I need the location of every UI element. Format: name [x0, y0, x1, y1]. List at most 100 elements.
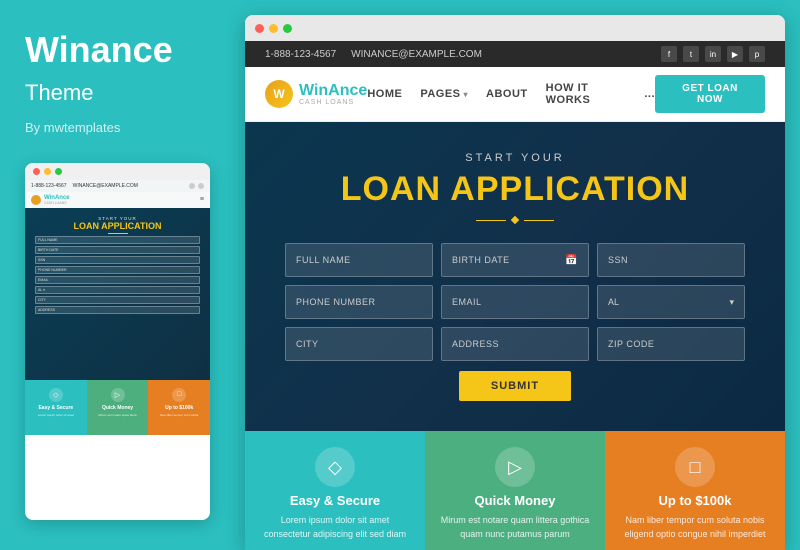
mini-form-row-1: FULL NAME: [31, 236, 204, 244]
feature-cards: ◇ Easy & Secure Lorem ipsum dolor sit am…: [245, 431, 785, 550]
nav-how-it-works[interactable]: HOW IT WORKS: [546, 82, 627, 106]
feature-text-easy: Lorem ipsum dolor sit amet consectetur a…: [259, 514, 411, 541]
divider-line-right: [524, 220, 554, 221]
submit-button[interactable]: SUBMIT: [459, 371, 571, 401]
feature-title-100k: Up to $100k: [659, 493, 732, 508]
feature-card-100k: □ Up to $100k Nam liber tempor cum solut…: [605, 431, 785, 550]
calendar-icon: 📅: [565, 255, 578, 266]
mini-logo-name: WinAnce: [44, 195, 70, 201]
mini-card-text-3: Nam liber tempor cum soluta: [160, 414, 198, 418]
social-youtube-icon[interactable]: ▶: [727, 46, 743, 62]
feature-title-quick: Quick Money: [475, 493, 556, 508]
feature-card-easy: ◇ Easy & Secure Lorem ipsum dolor sit am…: [245, 431, 425, 550]
address-input[interactable]: ADDRESS: [441, 327, 589, 361]
site-navbar: W WinAnce CASH LOANS HOME PAGES ▾ ABOUT …: [245, 67, 785, 122]
pages-chevron-icon: ▾: [464, 90, 469, 99]
social-pinterest-icon[interactable]: p: [749, 46, 765, 62]
mini-secure-icon: ◇: [49, 388, 63, 402]
mini-browser-bar: [25, 163, 210, 180]
secure-icon: ◇: [315, 447, 355, 487]
mini-money-icon: ▷: [111, 388, 125, 402]
logo-tagline: CASH LOANS: [299, 99, 367, 106]
mini-card-easy: ◇ Easy & Secure Lorem ipsum dolor sit am…: [25, 380, 87, 435]
mini-form-row-7: CITY: [31, 296, 204, 304]
ssn-input[interactable]: SSN: [597, 243, 745, 277]
topbar-phone: 1-888-123-4567: [265, 49, 336, 60]
logo-name: WinAnce: [299, 83, 367, 99]
main-close-dot: [255, 24, 264, 33]
100k-icon: □: [675, 447, 715, 487]
site-logo[interactable]: W WinAnce CASH LOANS: [265, 80, 367, 108]
nav-about[interactable]: ABOUT: [486, 88, 528, 100]
mini-card-title-3: Up to $100k: [165, 405, 193, 411]
mini-input-city: CITY: [35, 296, 200, 304]
mini-input-fullname: FULL NAME: [35, 236, 200, 244]
site-topbar: 1-888-123-4567 WINANCE@EXAMPLE.COM f t i…: [245, 41, 785, 67]
mini-social-icon: [189, 183, 195, 189]
left-panel: Winance Theme By mwtemplates 1-888-123-4…: [0, 0, 235, 550]
phone-input[interactable]: PHONE NUMBER: [285, 285, 433, 319]
mini-phone: 1-888-123-4567: [31, 183, 67, 189]
feature-text-quick: Mirum est notare quam littera gothica qu…: [439, 514, 591, 541]
mini-form-row-4: PHONE NUMBER: [31, 266, 204, 274]
mini-card-quick: ▷ Quick Money Mirum est notare quam lite…: [87, 380, 149, 435]
theme-title: Winance: [25, 30, 210, 70]
nav-home[interactable]: HOME: [367, 88, 402, 100]
mini-input-ssn: SSN: [35, 256, 200, 264]
hero-divider: [285, 217, 745, 223]
mini-social-icon-2: [198, 183, 204, 189]
mini-browser: 1-888-123-4567 WINANCE@EXAMPLE.COM WinAn…: [25, 163, 210, 520]
mini-content: 1-888-123-4567 WINANCE@EXAMPLE.COM WinAn…: [25, 180, 210, 380]
feature-text-100k: Nam liber tempor cum soluta nobis eligen…: [619, 514, 771, 541]
nav-pages[interactable]: PAGES ▾: [420, 88, 468, 100]
site-nav-links: HOME PAGES ▾ ABOUT HOW IT WORKS ...: [367, 82, 655, 106]
mini-input-phone: PHONE NUMBER: [35, 266, 200, 274]
quick-money-icon: ▷: [495, 447, 535, 487]
mini-logo-icon: [31, 195, 41, 205]
mini-card-title-1: Easy & Secure: [38, 405, 73, 411]
get-loan-button[interactable]: GET LOAN NOW: [655, 75, 765, 113]
birthdate-input[interactable]: BIRTH DATE 📅: [441, 243, 589, 277]
zipcode-input[interactable]: ZIP CODE: [597, 327, 745, 361]
submit-row: SUBMIT: [285, 371, 745, 401]
main-minimize-dot: [269, 24, 278, 33]
mini-navbar: WinAnce CASH LOANS ≡: [25, 192, 210, 208]
mini-close-dot: [33, 168, 40, 175]
select-chevron-icon: ▾: [729, 297, 734, 308]
mini-form-row-2: BIRTH DATE: [31, 246, 204, 254]
mini-logo: WinAnce CASH LOANS: [31, 195, 70, 205]
feature-card-quick: ▷ Quick Money Mirum est notare quam litt…: [425, 431, 605, 550]
hero-subtitle: START YOUR: [285, 152, 745, 164]
social-linkedin-icon[interactable]: in: [705, 46, 721, 62]
mini-hero: START YOUR LOAN APPLICATION FULL NAME BI…: [25, 208, 210, 325]
state-select[interactable]: AL ▾: [597, 285, 745, 319]
mini-input-email: EMAIL: [35, 276, 200, 284]
social-facebook-icon[interactable]: f: [661, 46, 677, 62]
mini-email: WINANCE@EXAMPLE.COM: [73, 183, 138, 189]
mini-hero-title: LOAN APPLICATION: [31, 221, 204, 232]
divider-line-left: [476, 220, 506, 221]
loan-application-form: FULL NAME BIRTH DATE 📅 SSN PHONE NUMBER …: [285, 243, 745, 401]
social-twitter-icon[interactable]: t: [683, 46, 699, 62]
theme-author: By mwtemplates: [25, 120, 210, 135]
theme-subtitle: Theme: [25, 80, 210, 106]
divider-diamond-icon: [511, 216, 519, 224]
mini-input-state: AL ▾: [35, 286, 200, 294]
mini-card-text-1: Lorem ipsum dolor sit amet: [38, 414, 74, 418]
form-row-3: CITY ADDRESS ZIP CODE: [285, 327, 745, 361]
main-browser-content: 1-888-123-4567 WINANCE@EXAMPLE.COM f t i…: [245, 41, 785, 550]
mini-hero-divider: [108, 233, 128, 234]
fullname-input[interactable]: FULL NAME: [285, 243, 433, 277]
email-input[interactable]: EMAIL: [441, 285, 589, 319]
mini-form-row-6: AL ▾: [31, 286, 204, 294]
mini-logo-tagline: CASH LOANS: [44, 201, 70, 205]
topbar-email: WINANCE@EXAMPLE.COM: [351, 49, 482, 60]
mini-card-title-2: Quick Money: [102, 405, 133, 411]
mini-form-row-8: ADDRESS: [31, 306, 204, 314]
city-input[interactable]: CITY: [285, 327, 433, 361]
site-hero: START YOUR LOAN APPLICATION FULL NAME BI…: [245, 122, 785, 431]
mini-input-address: ADDRESS: [35, 306, 200, 314]
hero-title: LOAN APPLICATION: [285, 170, 745, 209]
nav-more[interactable]: ...: [644, 88, 655, 100]
main-maximize-dot: [283, 24, 292, 33]
